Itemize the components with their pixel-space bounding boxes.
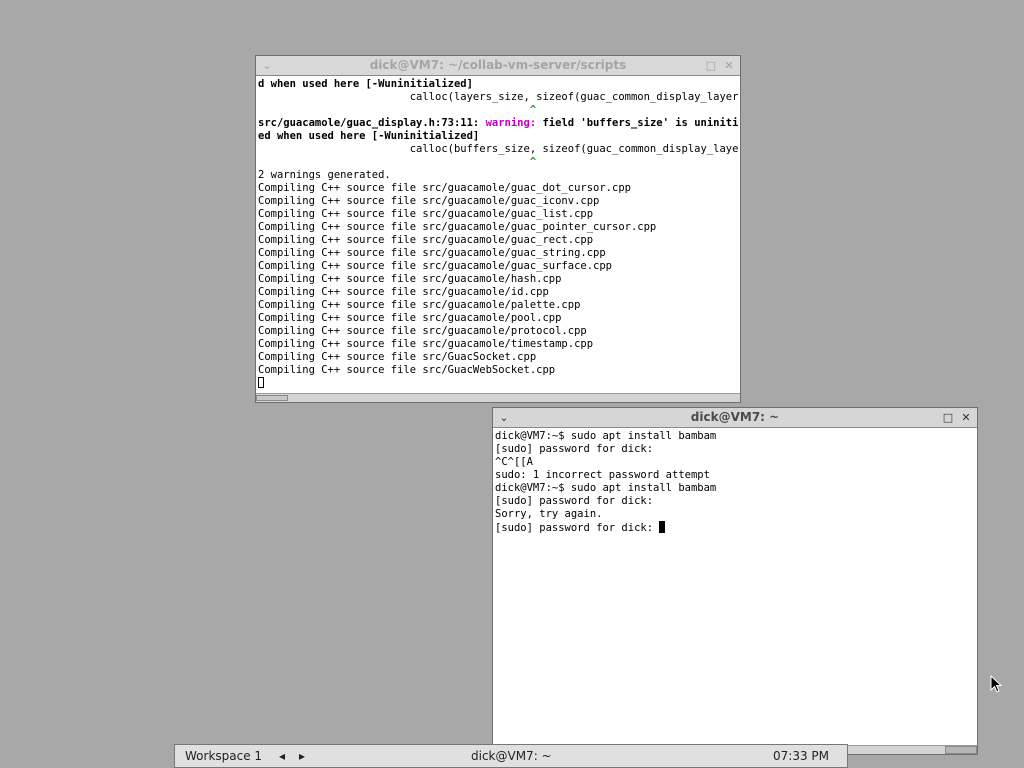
terminal-line-text: [sudo] password for dick: [495,495,654,507]
terminal-line-text: Compiling C++ source file src/guacamole/… [258,182,631,194]
terminal-line-text: Compiling C++ source file src/guacamole/… [258,208,594,220]
terminal-window-scripts[interactable]: ⌄ dick@VM7: ~/collab-vm-server/scripts □… [255,55,741,403]
terminal-line: Compiling C++ source file src/guacamole/… [258,260,738,273]
terminal-line: Sorry, try again. [495,508,975,521]
mouse-pointer-icon [990,675,1003,693]
text-cursor [258,377,264,388]
terminal-line: Compiling C++ source file src/guacamole/… [258,234,738,247]
terminal-output[interactable]: d when used here [-Wuninitialized] callo… [258,78,738,390]
terminal-line-text: Sorry, try again. [495,508,603,520]
terminal-line-text: Compiling C++ source file src/guacamole/… [258,325,587,337]
terminal-line-text: Compiling C++ source file src/guacamole/… [258,247,606,259]
terminal-line: 2 warnings generated. [258,169,738,182]
terminal-line: ^ [258,104,738,117]
terminal-line: calloc(layers_size, sizeof(guac_common_d… [258,91,738,104]
terminal-line-text: ^ [258,104,537,116]
taskbar: Workspace 1 ◂ ▸ dick@VM7: ~ 07:33 PM [174,744,848,768]
terminal-line-text: Compiling C++ source file src/guacamole/… [258,195,600,207]
text-cursor [659,521,666,533]
terminal-line: Compiling C++ source file src/guacamole/… [258,195,738,208]
terminal-line-text: Compiling C++ source file src/guacamole/… [258,273,562,285]
terminal-line-text: dick@VM7:~$ sudo apt install bambam [495,482,717,494]
terminal-line-text: calloc(layers_size, sizeof(guac_common_d… [258,91,738,103]
taskbar-clock: 07:33 PM [773,749,829,763]
terminal-line: Compiling C++ source file src/guacamole/… [258,338,738,351]
terminal-line: [sudo] password for dick: [495,521,975,534]
terminal-line-text: ^ [258,156,537,168]
terminal-line-text: 2 warnings generated. [258,169,391,181]
terminal-line-text: [sudo] password for dick: [495,443,654,455]
terminal-line: Compiling C++ source file src/guacamole/… [258,286,738,299]
titlebar[interactable]: ⌄ dick@VM7: ~ □ ✕ [493,408,977,428]
terminal-line-text: Compiling C++ source file src/guacamole/… [258,221,657,233]
terminal-line: Compiling C++ source file src/GuacWebSoc… [258,364,738,377]
terminal-line-text: Compiling C++ source file src/GuacSocket… [258,351,537,363]
terminal-line-text: Compiling C++ source file src/guacamole/… [258,299,581,311]
terminal-line-text: d when used here [-Wuninitialized] [258,78,473,90]
terminal-window-home[interactable]: ⌄ dick@VM7: ~ □ ✕ dick@VM7:~$ sudo apt i… [492,407,978,755]
terminal-line: ^C^[[A [495,456,975,469]
terminal-line: Compiling C++ source file src/guacamole/… [258,312,738,325]
close-icon[interactable]: ✕ [959,411,973,425]
terminal-line: Compiling C++ source file src/guacamole/… [258,182,738,195]
terminal-line-text: ^C^[[A [495,456,533,468]
terminal-line [258,377,738,390]
terminal-output[interactable]: dick@VM7:~$ sudo apt install bambam [sudo… [495,430,975,534]
terminal-line: ^ [258,156,738,169]
workspace-next-icon[interactable]: ▸ [299,749,305,763]
terminal-line-text: Compiling C++ source file src/guacamole/… [258,286,549,298]
close-icon[interactable]: ✕ [722,59,736,73]
terminal-line-text: calloc(buffers_size, sizeof(guac_common_… [258,143,738,155]
titlebar[interactable]: ⌄ dick@VM7: ~/collab-vm-server/scripts □… [256,56,740,76]
terminal-line: d when used here [-Wuninitialized] [258,78,738,91]
terminal-line-text: ed when used here [-Wuninitialized] [258,130,480,142]
terminal-line: Compiling C++ source file src/guacamole/… [258,208,738,221]
warning-message: field 'buffers_size' is uninitializ [542,117,738,129]
terminal-line: ed when used here [-Wuninitialized] [258,130,738,143]
workspace-label[interactable]: Workspace 1 [185,749,262,763]
workspace-prev-icon[interactable]: ◂ [279,749,285,763]
terminal-line: Compiling C++ source file src/guacamole/… [258,325,738,338]
terminal-line: Compiling C++ source file src/guacamole/… [258,273,738,286]
window-title: dick@VM7: ~/collab-vm-server/scripts [369,58,627,72]
taskbar-task[interactable]: dick@VM7: ~ [471,749,552,763]
terminal-line: dick@VM7:~$ sudo apt install bambam [495,482,975,495]
warning-label: warning: [485,117,537,129]
maximize-icon[interactable]: □ [941,411,955,425]
terminal-line: calloc(buffers_size, sizeof(guac_common_… [258,143,738,156]
terminal-line-text: Compiling C++ source file src/guacamole/… [258,234,594,246]
terminal-line: Compiling C++ source file src/GuacSocket… [258,351,738,364]
scrollbar-thumb[interactable] [256,395,288,401]
terminal-line-text: Compiling C++ source file src/guacamole/… [258,338,594,350]
terminal-line: [sudo] password for dick: [495,443,975,456]
terminal-line: Compiling C++ source file src/guacamole/… [258,299,738,312]
terminal-line: Compiling C++ source file src/guacamole/… [258,221,738,234]
terminal-line: sudo: 1 incorrect password attempt [495,469,975,482]
terminal-line: dick@VM7:~$ sudo apt install bambam [495,430,975,443]
terminal-line: Compiling C++ source file src/guacamole/… [258,247,738,260]
terminal-line-text: Compiling C++ source file src/guacamole/… [258,260,613,272]
terminal-line: src/guacamole/guac_display.h:73:11: warn… [258,117,738,130]
terminal-line: [sudo] password for dick: [495,495,975,508]
terminal-line-text: Compiling C++ source file src/GuacWebSoc… [258,364,556,376]
horizontal-scrollbar[interactable] [256,393,740,402]
scrollbar-end[interactable] [945,746,977,754]
terminal-line-text: sudo: 1 incorrect password attempt [495,469,710,481]
window-title: dick@VM7: ~ [690,410,780,424]
terminal-line-text: [sudo] password for dick: [495,522,660,534]
maximize-icon[interactable]: □ [704,59,718,73]
terminal-line-text: Compiling C++ source file src/guacamole/… [258,312,562,324]
terminal-line-text: dick@VM7:~$ sudo apt install bambam [495,430,717,442]
warning-location: src/guacamole/guac_display.h:73:11: [258,117,486,129]
